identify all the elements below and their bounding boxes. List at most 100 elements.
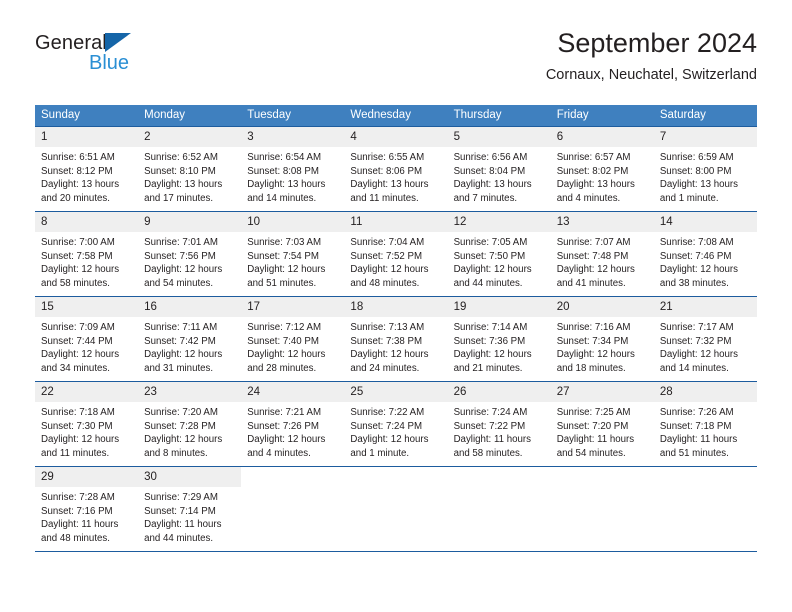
- calendar-day-cell[interactable]: 21 Sunrise: 7:17 AM Sunset: 7:32 PM Dayl…: [653, 296, 757, 382]
- calendar-day-cell[interactable]: 2 Sunrise: 6:52 AM Sunset: 8:10 PM Dayli…: [138, 126, 242, 212]
- daylight-text: Daylight: 12 hours and 4 minutes.: [247, 434, 326, 459]
- sunset-text: Sunset: 7:26 PM: [247, 420, 319, 432]
- day-number: 9: [138, 212, 242, 232]
- calendar-day-cell[interactable]: 20 Sunrise: 7:16 AM Sunset: 7:34 PM Dayl…: [550, 296, 654, 382]
- day-details: Sunrise: 6:52 AM Sunset: 8:10 PM Dayligh…: [138, 147, 241, 205]
- calendar-day-cell[interactable]: 11 Sunrise: 7:04 AM Sunset: 7:52 PM Dayl…: [344, 211, 448, 297]
- sunset-text: Sunset: 8:04 PM: [453, 165, 526, 177]
- day-details: Sunrise: 6:56 AM Sunset: 8:04 PM Dayligh…: [448, 147, 551, 205]
- calendar-day-cell[interactable]: 27 Sunrise: 7:25 AM Sunset: 7:20 PM Dayl…: [550, 381, 654, 467]
- day-details: Sunrise: 7:03 AM Sunset: 7:54 PM Dayligh…: [241, 232, 344, 290]
- sunrise-text: Sunrise: 7:22 AM: [350, 407, 425, 418]
- day-number: 29: [35, 467, 139, 487]
- calendar-day-cell[interactable]: 7 Sunrise: 6:59 AM Sunset: 8:00 PM Dayli…: [653, 126, 757, 212]
- sunrise-text: Sunrise: 7:08 AM: [659, 237, 734, 248]
- calendar-day-cell[interactable]: 23 Sunrise: 7:20 AM Sunset: 7:28 PM Dayl…: [138, 381, 242, 467]
- calendar-week-row: 8 Sunrise: 7:00 AM Sunset: 7:58 PM Dayli…: [35, 211, 757, 297]
- calendar-day-cell[interactable]: 22 Sunrise: 7:18 AM Sunset: 7:30 PM Dayl…: [35, 381, 139, 467]
- calendar-day-cell[interactable]: 30 Sunrise: 7:29 AM Sunset: 7:14 PM Dayl…: [138, 466, 242, 552]
- daylight-text: Daylight: 12 hours and 14 minutes.: [659, 349, 738, 374]
- page-title: September 2024: [557, 28, 757, 58]
- calendar-day-cell[interactable]: 28 Sunrise: 7:26 AM Sunset: 7:18 PM Dayl…: [653, 381, 757, 467]
- weekday-header-tuesday: Tuesday: [241, 105, 345, 127]
- calendar-day-cell[interactable]: 18 Sunrise: 7:13 AM Sunset: 7:38 PM Dayl…: [344, 296, 448, 382]
- calendar-day-cell[interactable]: 16 Sunrise: 7:11 AM Sunset: 7:42 PM Dayl…: [138, 296, 242, 382]
- day-details: Sunrise: 7:01 AM Sunset: 7:56 PM Dayligh…: [138, 232, 241, 290]
- day-details: Sunrise: 7:13 AM Sunset: 7:38 PM Dayligh…: [344, 317, 447, 375]
- sunset-text: Sunset: 7:34 PM: [556, 335, 629, 347]
- sunset-text: Sunset: 7:40 PM: [247, 335, 319, 347]
- calendar-body: 1 Sunrise: 6:51 AM Sunset: 8:12 PM Dayli…: [35, 126, 757, 552]
- daylight-text: Daylight: 11 hours and 48 minutes.: [41, 519, 119, 544]
- sunset-text: Sunset: 8:10 PM: [144, 165, 216, 177]
- day-details: Sunrise: 6:54 AM Sunset: 8:08 PM Dayligh…: [241, 147, 344, 205]
- sunrise-text: Sunrise: 7:24 AM: [453, 407, 528, 418]
- calendar-day-cell[interactable]: 8 Sunrise: 7:00 AM Sunset: 7:58 PM Dayli…: [35, 211, 139, 297]
- sunset-text: Sunset: 7:48 PM: [556, 250, 629, 262]
- calendar-day-cell[interactable]: 25 Sunrise: 7:22 AM Sunset: 7:24 PM Dayl…: [344, 381, 448, 467]
- sunrise-text: Sunrise: 6:55 AM: [350, 152, 425, 163]
- title-block: September 2024 Cornaux, Neuchatel, Switz…: [546, 26, 757, 86]
- calendar-day-cell-empty: [447, 466, 551, 552]
- sunrise-text: Sunrise: 7:20 AM: [144, 407, 218, 418]
- daylight-text: Daylight: 12 hours and 48 minutes.: [350, 264, 429, 289]
- sunset-text: Sunset: 7:54 PM: [247, 250, 319, 262]
- day-number: 6: [550, 127, 654, 147]
- daylight-text: Daylight: 12 hours and 51 minutes.: [247, 264, 326, 289]
- calendar-week-row: 1 Sunrise: 6:51 AM Sunset: 8:12 PM Dayli…: [35, 126, 757, 212]
- calendar-day-cell[interactable]: 15 Sunrise: 7:09 AM Sunset: 7:44 PM Dayl…: [35, 296, 139, 382]
- calendar-day-cell[interactable]: 5 Sunrise: 6:56 AM Sunset: 8:04 PM Dayli…: [447, 126, 551, 212]
- sunrise-text: Sunrise: 7:29 AM: [144, 492, 218, 503]
- day-details: Sunrise: 7:29 AM Sunset: 7:14 PM Dayligh…: [138, 487, 241, 545]
- triangle-icon: [105, 33, 131, 52]
- day-details: Sunrise: 7:22 AM Sunset: 7:24 PM Dayligh…: [344, 402, 447, 460]
- day-number: [448, 467, 551, 487]
- day-number: 27: [550, 382, 654, 402]
- day-details: Sunrise: 7:24 AM Sunset: 7:22 PM Dayligh…: [448, 402, 551, 460]
- calendar-day-cell[interactable]: 13 Sunrise: 7:07 AM Sunset: 7:48 PM Dayl…: [550, 211, 654, 297]
- calendar-day-cell[interactable]: 4 Sunrise: 6:55 AM Sunset: 8:06 PM Dayli…: [344, 126, 448, 212]
- brand-name-general: General: [35, 32, 107, 54]
- daylight-text: Daylight: 12 hours and 1 minute.: [350, 434, 429, 459]
- calendar-day-cell[interactable]: 24 Sunrise: 7:21 AM Sunset: 7:26 PM Dayl…: [241, 381, 345, 467]
- sunrise-text: Sunrise: 6:51 AM: [41, 152, 115, 163]
- sunset-text: Sunset: 7:44 PM: [41, 335, 113, 347]
- sunset-text: Sunset: 7:38 PM: [350, 335, 423, 347]
- calendar-day-cell[interactable]: 12 Sunrise: 7:05 AM Sunset: 7:50 PM Dayl…: [447, 211, 551, 297]
- sunset-text: Sunset: 7:56 PM: [144, 250, 216, 262]
- calendar-day-cell[interactable]: 17 Sunrise: 7:12 AM Sunset: 7:40 PM Dayl…: [241, 296, 345, 382]
- calendar-day-cell[interactable]: 3 Sunrise: 6:54 AM Sunset: 8:08 PM Dayli…: [241, 126, 345, 212]
- sunrise-text: Sunrise: 6:57 AM: [556, 152, 631, 163]
- day-number: 30: [138, 467, 242, 487]
- brand-name-blue: Blue: [89, 52, 130, 74]
- daylight-text: Daylight: 11 hours and 51 minutes.: [659, 434, 738, 459]
- sunset-text: Sunset: 8:08 PM: [247, 165, 319, 177]
- calendar-header-row: Sunday Monday Tuesday Wednesday Thursday…: [35, 105, 757, 127]
- calendar-table: Sunday Monday Tuesday Wednesday Thursday…: [35, 105, 757, 552]
- daylight-text: Daylight: 12 hours and 21 minutes.: [453, 349, 532, 374]
- day-details: Sunrise: 7:05 AM Sunset: 7:50 PM Dayligh…: [448, 232, 551, 290]
- calendar-day-cell[interactable]: 14 Sunrise: 7:08 AM Sunset: 7:46 PM Dayl…: [653, 211, 757, 297]
- calendar-day-cell[interactable]: 10 Sunrise: 7:03 AM Sunset: 7:54 PM Dayl…: [241, 211, 345, 297]
- day-number: 12: [447, 212, 551, 232]
- day-number: 25: [344, 382, 448, 402]
- daylight-text: Daylight: 12 hours and 44 minutes.: [453, 264, 532, 289]
- sunrise-text: Sunrise: 6:59 AM: [659, 152, 734, 163]
- daylight-text: Daylight: 11 hours and 58 minutes.: [453, 434, 531, 459]
- calendar-day-cell[interactable]: 6 Sunrise: 6:57 AM Sunset: 8:02 PM Dayli…: [550, 126, 654, 212]
- day-number: 4: [344, 127, 448, 147]
- calendar-day-cell[interactable]: 9 Sunrise: 7:01 AM Sunset: 7:56 PM Dayli…: [138, 211, 242, 297]
- calendar-day-cell[interactable]: 29 Sunrise: 7:28 AM Sunset: 7:16 PM Dayl…: [35, 466, 139, 552]
- day-number: 5: [447, 127, 551, 147]
- brand-logo[interactable]: General Blue: [35, 32, 265, 92]
- day-number: 15: [35, 297, 139, 317]
- calendar-day-cell[interactable]: 26 Sunrise: 7:24 AM Sunset: 7:22 PM Dayl…: [447, 381, 551, 467]
- sunrise-text: Sunrise: 7:12 AM: [247, 322, 322, 333]
- weekday-header-saturday: Saturday: [653, 105, 757, 127]
- day-number: 14: [653, 212, 757, 232]
- calendar-day-cell[interactable]: 19 Sunrise: 7:14 AM Sunset: 7:36 PM Dayl…: [447, 296, 551, 382]
- calendar-day-cell[interactable]: 1 Sunrise: 6:51 AM Sunset: 8:12 PM Dayli…: [35, 126, 139, 212]
- day-number: 24: [241, 382, 345, 402]
- day-number: [551, 467, 654, 487]
- day-details: Sunrise: 7:20 AM Sunset: 7:28 PM Dayligh…: [138, 402, 241, 460]
